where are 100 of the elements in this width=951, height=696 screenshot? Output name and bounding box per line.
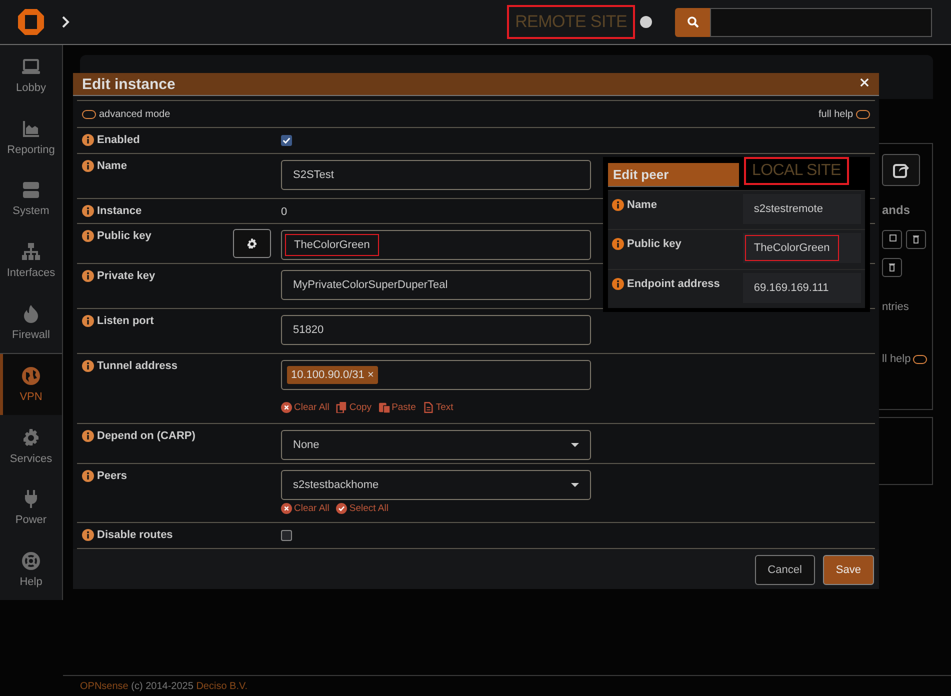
- action-link[interactable]: Copy: [336, 402, 372, 414]
- sidebar-item[interactable]: Lobby: [0, 45, 62, 107]
- chart-icon: [21, 118, 41, 139]
- caret-icon: [571, 442, 579, 448]
- info-icon[interactable]: [82, 270, 94, 282]
- info-icon[interactable]: [82, 470, 94, 482]
- full-help-toggle[interactable]: [856, 110, 870, 119]
- info-icon[interactable]: [82, 230, 94, 242]
- search-icon: [686, 16, 698, 28]
- action-link[interactable]: Clear All: [281, 402, 330, 414]
- advanced-mode-toggle[interactable]: [82, 110, 96, 119]
- server-icon: [21, 180, 41, 200]
- trash-icon: [911, 234, 921, 244]
- peer-value-field[interactable]: TheColorGreen: [742, 233, 861, 264]
- peer-value-field[interactable]: 69.169.169.111: [742, 272, 861, 303]
- delete-button[interactable]: [906, 230, 926, 248]
- sidebar-item[interactable]: Firewall: [0, 291, 62, 353]
- action-link[interactable]: Paste: [378, 402, 416, 414]
- field-value: TheColorGreen: [744, 235, 839, 262]
- column-heading: ands: [882, 203, 912, 217]
- sidebar-item[interactable]: Services: [0, 415, 62, 477]
- check-circle-icon: [336, 503, 348, 514]
- copy-icon: [336, 402, 348, 414]
- remove-tag[interactable]: ×: [367, 369, 374, 382]
- info-icon[interactable]: [82, 529, 94, 542]
- action-link[interactable]: Text: [422, 402, 454, 414]
- copy-button[interactable]: [882, 230, 902, 248]
- info-icon[interactable]: [612, 199, 624, 211]
- gear-icon: [246, 238, 258, 250]
- clear-icon: [281, 402, 292, 414]
- globe-icon: [21, 366, 41, 386]
- chevron-icon[interactable]: [62, 16, 70, 28]
- entries-text: ntries: [882, 301, 910, 313]
- copy-icon: [887, 234, 897, 244]
- lifebuoy-icon: [21, 550, 41, 571]
- full-help-label: full help: [818, 108, 853, 120]
- field-value: s2stestremote: [752, 202, 824, 217]
- paste-icon: [378, 402, 390, 414]
- sidebar-item[interactable]: Interfaces: [0, 230, 62, 292]
- action-link[interactable]: Clear All: [281, 503, 330, 514]
- select-field[interactable]: None: [281, 430, 591, 460]
- share-icon: [893, 162, 909, 178]
- sidebar-item[interactable]: Reporting: [0, 106, 62, 168]
- search-field[interactable]: [710, 8, 932, 36]
- peer-value-field[interactable]: s2stestremote: [742, 194, 861, 224]
- info-icon[interactable]: [82, 134, 94, 146]
- field-label: Listen port: [97, 315, 154, 328]
- checkbox[interactable]: [281, 135, 292, 146]
- action-link[interactable]: Select All: [336, 503, 388, 514]
- help-label: ll help: [882, 353, 911, 365]
- help-toggle[interactable]: [912, 354, 927, 364]
- site-annotation: REMOTE SITE: [507, 5, 635, 39]
- search-button[interactable]: [675, 8, 710, 36]
- logo-icon[interactable]: [18, 9, 44, 35]
- field-label: Public key: [97, 230, 152, 242]
- text-field[interactable]: MyPrivateColorSuperDuperTeal: [281, 270, 591, 300]
- field-label: Disable routes: [97, 529, 173, 542]
- info-icon[interactable]: [612, 278, 624, 290]
- info-icon[interactable]: [82, 430, 94, 442]
- field-label: Name: [97, 160, 127, 172]
- sidebar-item[interactable]: Power: [0, 476, 62, 538]
- advanced-mode-label: advanced mode: [99, 108, 170, 120]
- tags-field[interactable]: 10.100.90.0/31 ×: [281, 360, 591, 390]
- caret-icon: [571, 482, 579, 488]
- sidebar-item[interactable]: Help: [0, 538, 62, 600]
- text-field[interactable]: S2STest: [281, 160, 591, 190]
- flame-icon: [21, 304, 41, 324]
- generate-key-button[interactable]: [233, 229, 271, 258]
- field-value: 0: [281, 205, 288, 218]
- field-value: TheColorGreen: [285, 234, 379, 256]
- company-link[interactable]: Deciso B.V.: [196, 681, 248, 692]
- delete-button[interactable]: [882, 258, 902, 276]
- info-icon[interactable]: [612, 238, 624, 250]
- site-annotation: LOCAL SITE: [744, 157, 849, 185]
- network-icon: [21, 242, 41, 262]
- sidebar-item[interactable]: VPN: [0, 352, 62, 416]
- field-label: Enabled: [97, 134, 140, 146]
- trash-icon: [887, 262, 897, 272]
- info-icon[interactable]: [82, 360, 94, 372]
- info-icon[interactable]: [82, 315, 94, 328]
- close-icon[interactable]: [860, 78, 869, 87]
- export-button[interactable]: [882, 154, 920, 186]
- sidebar-item[interactable]: System: [0, 168, 62, 230]
- dialog-title: Edit instance: [82, 76, 176, 93]
- gear-icon: [21, 428, 41, 448]
- info-icon[interactable]: [82, 160, 94, 172]
- checkbox[interactable]: [281, 530, 292, 542]
- field-label: Peers: [97, 470, 127, 482]
- tag-chip[interactable]: 10.100.90.0/31 ×: [287, 366, 378, 384]
- key-field[interactable]: TheColorGreen: [281, 230, 591, 260]
- field-label: Depend on (CARP): [97, 430, 196, 442]
- select-field[interactable]: s2stestbackhome: [281, 470, 591, 500]
- text-field[interactable]: 51820: [281, 315, 591, 346]
- peer-title: Edit peer: [608, 163, 739, 187]
- info-icon[interactable]: [82, 205, 94, 218]
- save-button[interactable]: Save: [822, 555, 874, 586]
- brand-link[interactable]: OPNsense: [80, 681, 128, 692]
- document-icon: [422, 402, 434, 414]
- field-label: Tunnel address: [97, 360, 178, 372]
- cancel-button[interactable]: Cancel: [754, 555, 815, 586]
